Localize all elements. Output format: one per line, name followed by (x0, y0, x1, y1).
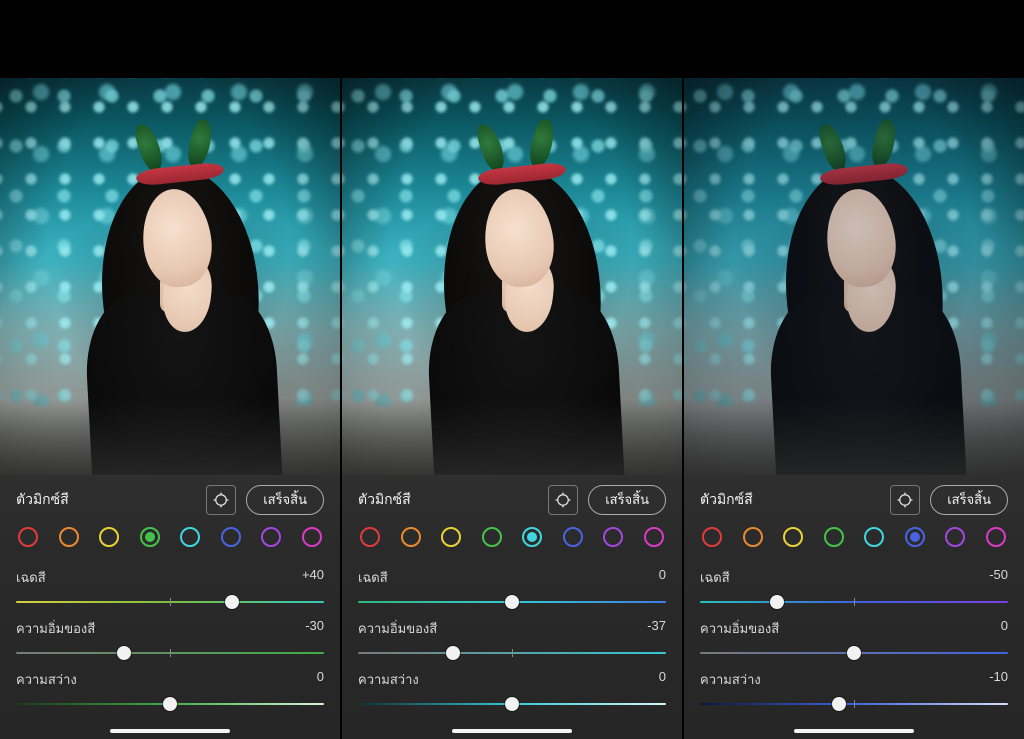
swatch-orange[interactable] (59, 527, 79, 547)
swatch-orange[interactable] (743, 527, 763, 547)
slider-track[interactable] (358, 696, 666, 712)
slider-label: ความสว่าง (700, 669, 761, 690)
target-icon (896, 491, 914, 509)
swatch-blue[interactable] (905, 527, 925, 547)
slider-value: -37 (647, 618, 666, 639)
slider-knob[interactable] (832, 697, 846, 711)
color-mix-controls: ตัวมิกซ์สี เสร็จสิ้น เฉดสี 0 ความอิ่มของ… (342, 475, 682, 739)
swatch-aqua[interactable] (522, 527, 542, 547)
slider-luminance: ความสว่าง 0 (358, 663, 666, 714)
section-title: ตัวมิกซ์สี (358, 489, 411, 511)
swatch-purple[interactable] (261, 527, 281, 547)
slider-track[interactable] (16, 594, 324, 610)
swatch-purple[interactable] (945, 527, 965, 547)
home-indicator[interactable] (452, 729, 572, 733)
slider-luminance: ความสว่าง -10 (700, 663, 1008, 714)
slider-value: 0 (1001, 618, 1008, 639)
swatch-green[interactable] (482, 527, 502, 547)
color-swatch-row (358, 517, 666, 561)
target-icon (554, 491, 572, 509)
color-mix-controls: ตัวมิกซ์สี เสร็จสิ้น เฉดสี -50 ความอิ่มข… (684, 475, 1024, 739)
swatch-aqua[interactable] (864, 527, 884, 547)
color-picker-button[interactable] (206, 485, 236, 515)
slider-track[interactable] (700, 594, 1008, 610)
slider-track[interactable] (16, 645, 324, 661)
slider-label: ความอิ่มของสี (700, 618, 779, 639)
editor-panel: ตัวมิกซ์สี เสร็จสิ้น เฉดสี +40 ความอิ่มข… (0, 78, 340, 739)
slider-label: ความอิ่มของสี (16, 618, 95, 639)
swatch-magenta[interactable] (302, 527, 322, 547)
done-button[interactable]: เสร็จสิ้น (930, 485, 1008, 515)
slider-luminance: ความสว่าง 0 (16, 663, 324, 714)
slider-hue: เฉดสี 0 (358, 561, 666, 612)
home-indicator[interactable] (794, 729, 914, 733)
slider-value: -50 (989, 567, 1008, 588)
slider-hue: เฉดสี -50 (700, 561, 1008, 612)
slider-track[interactable] (700, 696, 1008, 712)
slider-knob[interactable] (505, 595, 519, 609)
slider-knob[interactable] (117, 646, 131, 660)
slider-value: -10 (989, 669, 1008, 690)
swatch-blue[interactable] (563, 527, 583, 547)
swatch-yellow[interactable] (441, 527, 461, 547)
swatch-red[interactable] (18, 527, 38, 547)
slider-knob[interactable] (163, 697, 177, 711)
slider-value: 0 (659, 669, 666, 690)
slider-knob[interactable] (505, 697, 519, 711)
slider-knob[interactable] (446, 646, 460, 660)
color-picker-button[interactable] (548, 485, 578, 515)
slider-label: เฉดสี (700, 567, 730, 588)
color-swatch-row (16, 517, 324, 561)
editor-panel: ตัวมิกซ์สี เสร็จสิ้น เฉดสี 0 ความอิ่มของ… (342, 78, 682, 739)
slider-knob[interactable] (847, 646, 861, 660)
swatch-green[interactable] (824, 527, 844, 547)
swatch-yellow[interactable] (99, 527, 119, 547)
screenshot-stage: ตัวมิกซ์สี เสร็จสิ้น เฉดสี +40 ความอิ่มข… (0, 78, 1024, 739)
slider-value: 0 (317, 669, 324, 690)
slider-track[interactable] (358, 645, 666, 661)
editor-panel: ตัวมิกซ์สี เสร็จสิ้น เฉดสี -50 ความอิ่มข… (684, 78, 1024, 739)
slider-label: ความสว่าง (358, 669, 419, 690)
swatch-purple[interactable] (603, 527, 623, 547)
slider-saturation: ความอิ่มของสี -30 (16, 612, 324, 663)
color-picker-button[interactable] (890, 485, 920, 515)
slider-value: +40 (302, 567, 324, 588)
done-button[interactable]: เสร็จสิ้น (588, 485, 666, 515)
slider-hue: เฉดสี +40 (16, 561, 324, 612)
slider-saturation: ความอิ่มของสี 0 (700, 612, 1008, 663)
preview-photo[interactable] (0, 78, 340, 488)
section-title: ตัวมิกซ์สี (16, 489, 69, 511)
color-swatch-row (700, 517, 1008, 561)
preview-photo[interactable] (684, 78, 1024, 488)
section-title: ตัวมิกซ์สี (700, 489, 753, 511)
target-icon (212, 491, 230, 509)
slider-knob[interactable] (225, 595, 239, 609)
slider-track[interactable] (358, 594, 666, 610)
swatch-magenta[interactable] (644, 527, 664, 547)
slider-value: 0 (659, 567, 666, 588)
swatch-aqua[interactable] (180, 527, 200, 547)
slider-saturation: ความอิ่มของสี -37 (358, 612, 666, 663)
swatch-green[interactable] (140, 527, 160, 547)
slider-knob[interactable] (770, 595, 784, 609)
swatch-magenta[interactable] (986, 527, 1006, 547)
slider-label: ความอิ่มของสี (358, 618, 437, 639)
done-button[interactable]: เสร็จสิ้น (246, 485, 324, 515)
color-mix-controls: ตัวมิกซ์สี เสร็จสิ้น เฉดสี +40 ความอิ่มข… (0, 475, 340, 739)
swatch-blue[interactable] (221, 527, 241, 547)
slider-track[interactable] (16, 696, 324, 712)
slider-label: ความสว่าง (16, 669, 77, 690)
swatch-orange[interactable] (401, 527, 421, 547)
slider-label: เฉดสี (358, 567, 388, 588)
swatch-red[interactable] (360, 527, 380, 547)
swatch-yellow[interactable] (783, 527, 803, 547)
slider-track[interactable] (700, 645, 1008, 661)
preview-photo[interactable] (342, 78, 682, 488)
home-indicator[interactable] (110, 729, 230, 733)
slider-label: เฉดสี (16, 567, 46, 588)
swatch-red[interactable] (702, 527, 722, 547)
slider-value: -30 (305, 618, 324, 639)
